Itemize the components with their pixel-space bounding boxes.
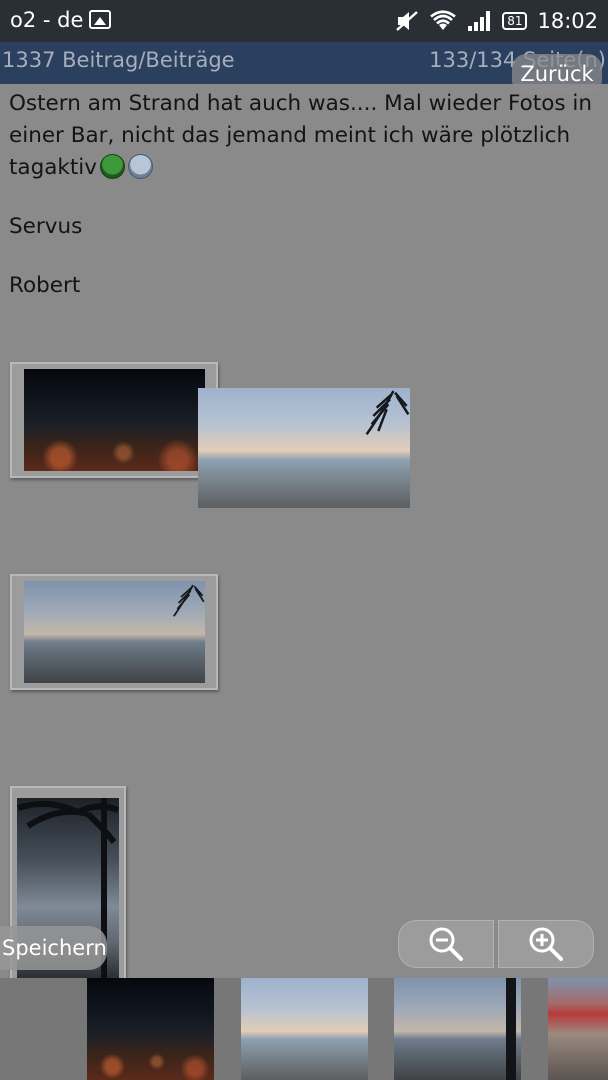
palm-leaf-icon	[173, 584, 205, 617]
wifi-icon	[430, 10, 456, 30]
zoom-out-icon	[429, 927, 463, 961]
palm-leaf-icon	[365, 390, 410, 436]
thumbnail-strip[interactable]	[0, 978, 608, 1080]
thumbnail-beach-2[interactable]	[394, 978, 521, 1080]
palm-trunk	[506, 978, 516, 1080]
clock: 18:02	[537, 9, 598, 33]
photo-attachment-1[interactable]	[10, 362, 218, 478]
signature: Robert	[9, 273, 81, 298]
image-icon	[89, 10, 111, 29]
thumbnail-bar[interactable]	[87, 978, 214, 1080]
status-bar: o2 - de 81 18:02	[0, 0, 608, 42]
thumbnail-beach-1[interactable]	[241, 978, 368, 1080]
post-text-paragraph: Ostern am Strand hat auch was.... Mal wi…	[9, 88, 599, 184]
status-icons: 81 18:02	[394, 6, 598, 36]
mute-icon	[396, 11, 419, 31]
post-body: Ostern am Strand hat auch was.... Mal wi…	[9, 88, 599, 329]
grin-emoji-icon	[100, 154, 126, 179]
thumbnail-restaurant[interactable]	[548, 978, 608, 1080]
zoom-in-icon	[529, 927, 563, 961]
greeting: Servus	[9, 214, 83, 239]
photo-attachment-2[interactable]	[10, 574, 218, 690]
palm-tree-icon	[17, 800, 119, 844]
save-button[interactable]: Speichern	[0, 926, 107, 970]
beach-photo	[24, 581, 205, 683]
sunglasses-emoji-icon	[128, 154, 154, 179]
signal-icon	[468, 11, 491, 31]
battery-icon: 81	[502, 12, 528, 30]
carrier-name: o2 - de	[10, 8, 84, 32]
zoom-in-button[interactable]	[498, 920, 594, 968]
post-text: Ostern am Strand hat auch was.... Mal wi…	[9, 91, 592, 180]
bar-photo	[24, 369, 205, 471]
beach-photo-enlarged[interactable]	[198, 388, 410, 508]
zoom-out-button[interactable]	[398, 920, 494, 968]
post-count: 1337 Beitrag/Beiträge	[2, 48, 235, 72]
